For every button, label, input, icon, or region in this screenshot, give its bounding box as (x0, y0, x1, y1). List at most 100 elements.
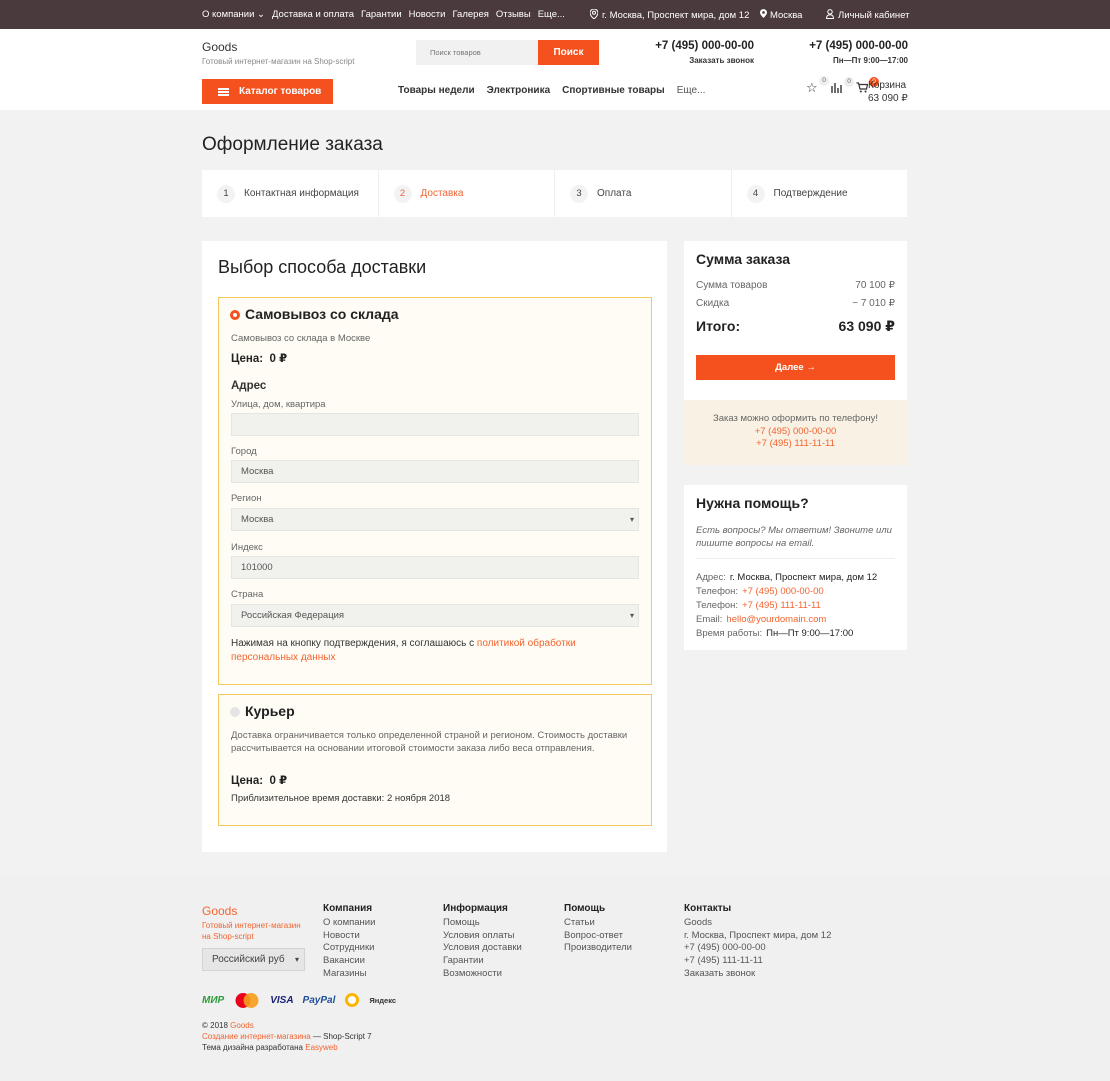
paypal-logo-icon: PayPal (302, 995, 336, 1006)
summary-discount-row: Скидка − 7 010 ₽ (696, 298, 895, 309)
footer-link[interactable]: Магазины (323, 968, 375, 981)
courier-price: Цена: 0 ₽ (231, 775, 288, 787)
summary-items-row: Сумма товаров 70 100 ₽ (696, 280, 895, 291)
footer-link[interactable]: Возможности (443, 968, 522, 981)
help-phone-2[interactable]: +7 (495) 111-11-11 (742, 600, 821, 611)
yandex-money-logo-icon: Яндекс (369, 996, 397, 1005)
currency-select[interactable]: Российский руб (202, 948, 305, 971)
qiwi-logo-icon (344, 992, 360, 1009)
step-confirmation[interactable]: 4 Подтверждение (732, 170, 908, 217)
courier-title: Курьер (245, 703, 295, 719)
category-nav-item[interactable]: Спортивные товары (562, 85, 665, 96)
top-nav: О компании ⌄ Доставка и оплата Гарантии … (202, 9, 565, 20)
footer-contact: г. Москва, Проспект мира, дом 12 (684, 929, 832, 941)
search-button[interactable]: Поиск (538, 40, 599, 65)
top-nav-guarantees[interactable]: Гарантии (361, 9, 402, 20)
checkout-steps: 1 Контактная информация 2 Доставка 3 Опл… (202, 170, 907, 217)
search-input[interactable] (416, 40, 538, 65)
top-nav-reviews[interactable]: Отзывы (496, 9, 531, 20)
copyright-link[interactable]: Goods (230, 1021, 254, 1030)
footer-logo[interactable]: Goods (202, 904, 237, 918)
footer-col-contacts: Контакты Goods г. Москва, Проспект мира,… (684, 903, 832, 981)
top-nav-more[interactable]: Еще... (538, 9, 565, 20)
category-nav-item[interactable]: Товары недели (398, 85, 475, 96)
footer-link[interactable]: О компании (323, 917, 375, 930)
footer-link[interactable]: Гарантии (443, 955, 522, 968)
top-nav-delivery[interactable]: Доставка и оплата (272, 9, 354, 20)
star-icon: ☆ (806, 80, 818, 95)
personal-cabinet-link[interactable]: Личный кабинет (825, 9, 909, 22)
mastercard-logo-icon (233, 992, 261, 1009)
zip-field[interactable]: 101000 (231, 556, 639, 579)
region-select[interactable]: Москва (231, 508, 639, 531)
country-select[interactable]: Российская Федерация (231, 604, 639, 627)
page-title: Оформление заказа (202, 134, 383, 155)
footer-link[interactable]: Сотрудники (323, 942, 375, 955)
step-label: Доставка (420, 188, 464, 199)
pickup-radio[interactable] (230, 310, 240, 320)
menu-icon (218, 87, 229, 96)
address-heading: Адрес (231, 380, 267, 392)
footer-col-help: Помощь Статьи Вопрос-ответ Производители (564, 903, 632, 955)
chevron-down-icon: ⌄ (257, 9, 266, 20)
courier-desc: Доставка ограничивается только определен… (231, 730, 628, 754)
step-delivery[interactable]: 2 Доставка (379, 170, 555, 217)
courier-radio[interactable] (230, 707, 240, 717)
header-phone-1[interactable]: +7 (495) 000-00-00 (620, 40, 754, 52)
category-nav-item[interactable]: Электроника (487, 85, 551, 96)
shop-creation-link[interactable]: Создание интернет-магазина (202, 1032, 311, 1041)
category-nav-more[interactable]: Еще... (677, 85, 706, 96)
footer-col-info: Информация Помощь Условия оплаты Условия… (443, 903, 522, 981)
top-nav-about[interactable]: О компании ⌄ (202, 9, 265, 20)
step-contact-info[interactable]: 1 Контактная информация (202, 170, 379, 217)
header-phone-2[interactable]: +7 (495) 000-00-00 (770, 40, 908, 52)
footer-link[interactable]: Вопрос-ответ (564, 930, 632, 943)
cart-summary[interactable]: Корзина 63 090 ₽ (868, 79, 908, 105)
mir-logo-icon: МИР (202, 995, 225, 1006)
visa-logo-icon: VISA (270, 995, 294, 1006)
step-number: 2 (393, 184, 412, 203)
user-icon (825, 9, 835, 22)
cart-icon (856, 81, 869, 96)
footer-link[interactable]: Вакансии (323, 955, 375, 968)
footer-link[interactable]: Заказать звонок (684, 968, 831, 981)
delivery-option-courier[interactable]: Курьер Доставка ограничивается только оп… (218, 694, 652, 826)
site-logo[interactable]: Goods (202, 40, 237, 54)
step-number: 3 (570, 184, 588, 203)
request-call-link[interactable]: Заказать звонок (620, 56, 754, 65)
top-nav-news[interactable]: Новости (409, 9, 446, 20)
step-label: Оплата (597, 188, 632, 199)
favorites-button[interactable]: ☆ 0 (806, 76, 829, 96)
footer-link[interactable]: +7 (495) 111-11-11 (684, 955, 831, 968)
help-phone-1[interactable]: +7 (495) 000-00-00 (742, 586, 824, 597)
footer-link[interactable]: Статьи (564, 917, 632, 930)
designer-link[interactable]: Easyweb (305, 1043, 337, 1052)
next-button[interactable]: Далее → (696, 355, 895, 380)
catalog-button[interactable]: Каталог товаров (202, 79, 333, 104)
working-hours: Пн—Пт 9:00—17:00 (833, 56, 908, 65)
region-label: Регион (231, 493, 262, 504)
top-address: г. Москва, Проспект мира, дом 12 (589, 8, 749, 22)
top-nav-gallery[interactable]: Галерея (452, 9, 488, 20)
delivery-option-pickup[interactable]: Самовывоз со склада Самовывоз со склада … (218, 297, 652, 685)
footer-link[interactable]: Условия доставки (443, 942, 522, 955)
footer-link[interactable]: Производители (564, 942, 632, 955)
street-field[interactable] (231, 413, 639, 436)
step-payment[interactable]: 3 Оплата (555, 170, 732, 217)
city-field[interactable]: Москва (231, 460, 639, 483)
phone-link[interactable]: +7 (495) 000-00-00 (684, 426, 907, 439)
footer-link[interactable]: Помощь (443, 917, 522, 930)
footer-link[interactable]: +7 (495) 000-00-00 (684, 942, 831, 955)
footer-link[interactable]: Условия оплаты (443, 930, 522, 943)
city-selector[interactable]: Москва (760, 9, 802, 21)
delivery-card: Выбор способа доставки Самовывоз со скла… (202, 241, 667, 852)
compare-button[interactable]: 0 (831, 76, 854, 96)
help-email[interactable]: hello@yourdomain.com (726, 614, 826, 625)
phone-link[interactable]: +7 (495) 111-11-11 (684, 438, 907, 451)
category-nav: Товары недели Электроника Спортивные тов… (398, 85, 705, 96)
cart-total: 63 090 ₽ (868, 93, 908, 104)
footer-link[interactable]: Новости (323, 930, 375, 943)
phone-order-note: Заказ можно оформить по телефону! +7 (49… (684, 400, 907, 465)
header-icons: ☆ 0 0 0 (806, 76, 879, 96)
location-pin-icon (589, 8, 599, 22)
